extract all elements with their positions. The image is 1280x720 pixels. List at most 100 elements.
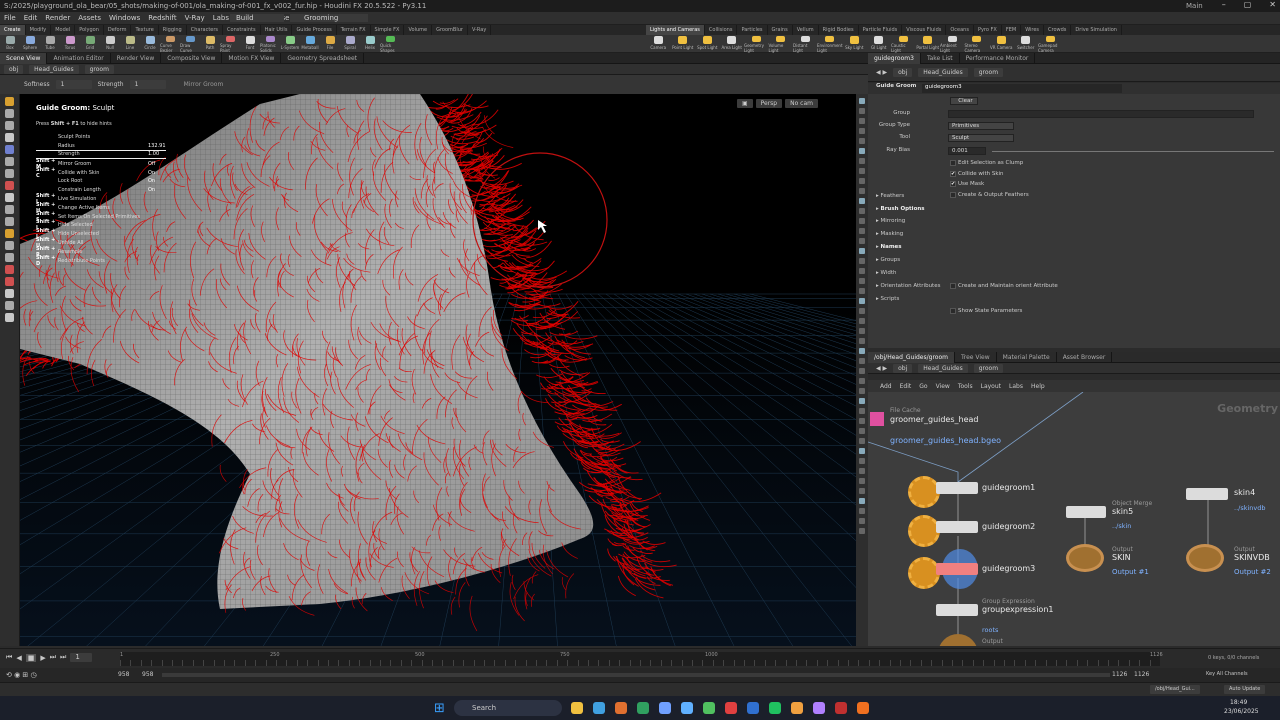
viewer-tab-3[interactable]: Composite View bbox=[161, 52, 223, 64]
shelf-light-tab-1[interactable]: Collisions bbox=[705, 25, 738, 35]
network-menu-help[interactable]: Help bbox=[1031, 383, 1045, 390]
light-tool-9[interactable]: GI Light bbox=[867, 35, 892, 53]
path-obj[interactable]: obj bbox=[4, 64, 24, 74]
groupexpr-label[interactable]: groupexpression1 bbox=[982, 605, 1053, 614]
taskbar-app-icon-4[interactable] bbox=[659, 702, 671, 714]
path-groom[interactable]: groom bbox=[84, 64, 114, 74]
range-end[interactable]: 1126 bbox=[1112, 671, 1127, 678]
shelf-light-tab-7[interactable]: Viscous Fluids bbox=[902, 25, 947, 35]
shelf-tab-15[interactable]: V-Ray bbox=[468, 25, 492, 35]
build-desktop[interactable]: Build bbox=[230, 14, 284, 22]
right-tool-icon-32[interactable] bbox=[859, 418, 865, 424]
clear-button[interactable]: Clear bbox=[950, 97, 978, 105]
right-tool-icon-6[interactable] bbox=[859, 158, 865, 164]
right-tool-icon-36[interactable] bbox=[859, 458, 865, 464]
network-editor[interactable]: Geometry File Cache groomer_guides_head … bbox=[868, 392, 1280, 646]
shelf-light-tab-10[interactable]: FEM bbox=[1002, 25, 1022, 35]
shelf-light-tab-5[interactable]: Rigid Bodies bbox=[819, 25, 859, 35]
right-tool-icon-4[interactable] bbox=[859, 138, 865, 144]
right-tool-icon-14[interactable] bbox=[859, 238, 865, 244]
network-tab-3[interactable]: Asset Browser bbox=[1057, 351, 1113, 363]
taskbar-app-icon-9[interactable] bbox=[769, 702, 781, 714]
shelf-tab-11[interactable]: Terrain FX bbox=[337, 25, 371, 35]
right-tool-icon-28[interactable] bbox=[859, 378, 865, 384]
network-menu-go[interactable]: Go bbox=[919, 383, 927, 390]
shelf-tab-5[interactable]: Texture bbox=[131, 25, 159, 35]
left-tool-icon-7[interactable] bbox=[5, 181, 14, 190]
shelf-tab-1[interactable]: Modify bbox=[26, 25, 52, 35]
shelf-light-tab-12[interactable]: Crowds bbox=[1044, 25, 1072, 35]
shelf-tab-0[interactable]: Create bbox=[0, 25, 26, 35]
camera-menu[interactable]: No cam bbox=[785, 99, 818, 108]
right-tool-icon-22[interactable] bbox=[859, 318, 865, 324]
param-folder-1[interactable]: ▸ Brush Options bbox=[876, 206, 925, 212]
light-tool-14[interactable]: VR Camera bbox=[989, 35, 1014, 53]
left-tool-icon-16[interactable] bbox=[5, 289, 14, 298]
taskbar-app-icon-11[interactable] bbox=[813, 702, 825, 714]
viewer-tab-4[interactable]: Motion FX View bbox=[222, 52, 282, 64]
right-tool-icon-39[interactable] bbox=[859, 488, 865, 494]
param-tab-1[interactable]: Take List bbox=[921, 52, 960, 64]
guidegroom3-node[interactable] bbox=[936, 563, 978, 575]
shelf-light-tab-0[interactable]: Lights and Cameras bbox=[646, 25, 705, 35]
param-path-groom[interactable]: groom bbox=[973, 68, 1004, 77]
left-tool-icon-8[interactable] bbox=[5, 193, 14, 202]
shelf-tool-14[interactable]: L-System bbox=[280, 35, 300, 53]
filecache-node-icon[interactable] bbox=[870, 412, 884, 426]
right-tool-icon-38[interactable] bbox=[859, 478, 865, 484]
shelf-tool-15[interactable]: Metaball bbox=[300, 35, 320, 53]
param-folder-2[interactable]: ▸ Mirroring bbox=[876, 218, 905, 224]
right-tool-icon-25[interactable] bbox=[859, 348, 865, 354]
shelf-tool-1[interactable]: Sphere bbox=[20, 35, 40, 53]
right-tool-icon-33[interactable] bbox=[859, 428, 865, 434]
param-folder-3[interactable]: ▸ Masking bbox=[876, 231, 903, 237]
net-path-head-guides[interactable]: Head_Guides bbox=[918, 363, 968, 373]
filecache-node-label[interactable]: groomer_guides_head bbox=[890, 415, 979, 424]
network-menu-labs[interactable]: Labs bbox=[1009, 383, 1023, 390]
right-tool-icon-26[interactable] bbox=[859, 358, 865, 364]
strength-field[interactable]: 1 bbox=[129, 80, 166, 89]
left-tool-icon-1[interactable] bbox=[5, 109, 14, 118]
taskbar-app-icon-12[interactable] bbox=[835, 702, 847, 714]
network-tab-2[interactable]: Material Palette bbox=[997, 351, 1057, 363]
network-menu-view[interactable]: View bbox=[936, 383, 950, 390]
maximize-icon[interactable]: ▢ bbox=[1244, 0, 1252, 9]
stop-icon[interactable]: ■ bbox=[25, 653, 37, 662]
taskbar-app-icon-1[interactable] bbox=[593, 702, 605, 714]
net-nav-icon[interactable]: ◀ ▶ bbox=[876, 365, 887, 372]
right-tool-icon-18[interactable] bbox=[859, 278, 865, 284]
right-tool-icon-17[interactable] bbox=[859, 268, 865, 274]
menu-redshift[interactable]: Redshift bbox=[148, 14, 176, 22]
key-all-channels[interactable]: Key All Channels bbox=[1206, 671, 1248, 677]
menu-labs[interactable]: Labs bbox=[213, 14, 229, 22]
shelf-tool-13[interactable]: Platonic Solids bbox=[260, 35, 280, 53]
param-folder-5[interactable]: ▸ Groups bbox=[876, 257, 900, 263]
left-tool-icon-13[interactable] bbox=[5, 253, 14, 262]
right-tool-icon-29[interactable] bbox=[859, 388, 865, 394]
right-tool-icon-12[interactable] bbox=[859, 218, 865, 224]
right-tool-icon-13[interactable] bbox=[859, 228, 865, 234]
viewer-tab-1[interactable]: Animation Editor bbox=[47, 52, 111, 64]
softness-field[interactable]: 1 bbox=[55, 80, 92, 89]
guidegroom2-label[interactable]: guidegroom2 bbox=[982, 522, 1035, 531]
windows-start-icon[interactable]: ⊞ bbox=[434, 701, 445, 716]
guidegroom3-label[interactable]: guidegroom3 bbox=[982, 564, 1035, 573]
taskbar-app-icon-2[interactable] bbox=[615, 702, 627, 714]
range-end2[interactable]: 1126 bbox=[1134, 671, 1149, 678]
right-tool-icon-15[interactable] bbox=[859, 248, 865, 254]
shelf-tool-6[interactable]: Line bbox=[120, 35, 140, 53]
shelf-tab-10[interactable]: Guide Process bbox=[292, 25, 337, 35]
taskbar-app-icon-0[interactable] bbox=[571, 702, 583, 714]
left-tool-icon-5[interactable] bbox=[5, 157, 14, 166]
shelf-light-tab-13[interactable]: Drive Simulation bbox=[1071, 25, 1122, 35]
network-menu-add[interactable]: Add bbox=[880, 383, 892, 390]
node-name-field[interactable]: guidegroom3 bbox=[922, 84, 1122, 93]
right-tool-icon-42[interactable] bbox=[859, 518, 865, 524]
group-field[interactable] bbox=[948, 110, 1254, 118]
right-tool-icon-20[interactable] bbox=[859, 298, 865, 304]
shelf-tool-0[interactable]: Box bbox=[0, 35, 20, 53]
menu-edit[interactable]: Edit bbox=[24, 14, 38, 22]
shelf-light-tab-11[interactable]: Wires bbox=[1021, 25, 1045, 35]
viewer-tab-2[interactable]: Render View bbox=[111, 52, 162, 64]
left-tool-icon-12[interactable] bbox=[5, 241, 14, 250]
